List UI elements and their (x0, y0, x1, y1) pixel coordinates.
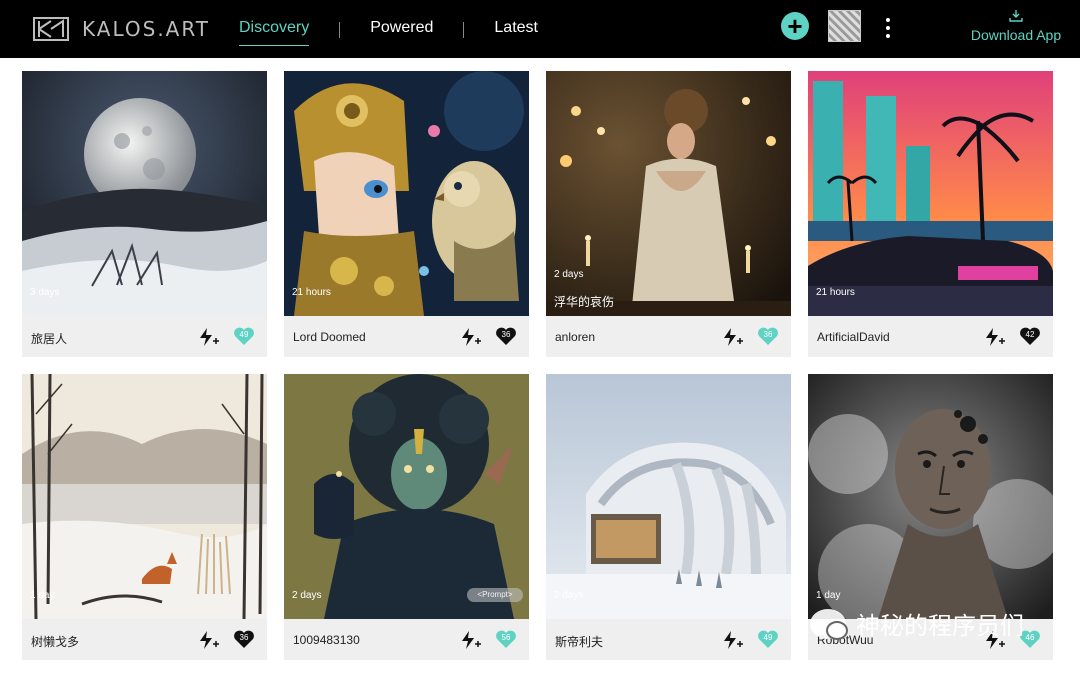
post-age: 21 hours (816, 287, 855, 298)
card-footer: ArtificialDavid 42 (808, 316, 1053, 357)
artwork-card[interactable]: 21 hours ArtificialDavid 42 (808, 71, 1053, 357)
download-app-label: Download App (970, 27, 1062, 43)
card-footer: 树懒戈多 36 (22, 619, 267, 660)
artwork-card[interactable]: 2 days 浮华的哀伤 anloren 36 (546, 71, 791, 357)
card-footer: 斯帝利夫 49 (546, 619, 791, 660)
boost-icon[interactable] (197, 630, 219, 650)
boost-icon[interactable] (983, 327, 1005, 347)
logo-mark-icon (33, 17, 69, 41)
tab-discovery[interactable]: Discovery (239, 18, 310, 46)
tab-powered[interactable]: Powered (370, 18, 433, 42)
like-count: 36 (763, 330, 773, 339)
post-age: 2 days (554, 590, 584, 601)
tab-latest[interactable]: Latest (494, 18, 538, 42)
card-footer: anloren 36 (546, 316, 791, 357)
like-button[interactable]: 56 (495, 629, 517, 649)
like-button[interactable]: 36 (495, 326, 517, 346)
boost-icon[interactable] (459, 630, 481, 650)
artwork-card[interactable]: 2 days 斯帝利夫 49 (546, 374, 791, 660)
nav-divider (339, 22, 341, 38)
like-button[interactable]: 49 (233, 326, 255, 346)
wechat-watermark: 神秘的程序员们 (810, 606, 1024, 641)
add-button[interactable]: + (781, 12, 809, 40)
post-age: 3 days (30, 287, 60, 298)
username[interactable]: 1009483130 (293, 633, 360, 647)
artwork-image[interactable] (284, 71, 529, 316)
like-button[interactable]: 36 (233, 629, 255, 649)
like-count: 36 (239, 633, 249, 642)
like-count: 36 (501, 330, 511, 339)
artwork-card[interactable]: 1 day 树懒戈多 36 (22, 374, 267, 660)
main-nav: Discovery Powered Latest (239, 18, 538, 46)
top-bar: KALOS.ART Discovery Powered Latest + Dow… (0, 0, 1080, 58)
download-icon (1009, 10, 1023, 22)
download-app-button[interactable]: Download App (968, 9, 1064, 43)
logo-text: KALOS.ART (82, 17, 211, 41)
card-footer: Lord Doomed 36 (284, 316, 529, 357)
boost-icon[interactable] (459, 327, 481, 347)
username[interactable]: 树懒戈多 (31, 633, 79, 650)
more-options-icon[interactable] (880, 18, 896, 38)
post-age: 21 hours (292, 287, 331, 298)
post-age: 2 days (554, 269, 584, 280)
artwork-image[interactable] (284, 374, 529, 619)
avatar[interactable] (828, 10, 861, 42)
like-count: 42 (1025, 330, 1035, 339)
like-count: 49 (763, 633, 773, 642)
watermark-text: 神秘的程序员们 (856, 613, 1024, 640)
like-count: 56 (501, 633, 511, 642)
artwork-image[interactable] (808, 374, 1053, 619)
card-footer: 旅居人 49 (22, 316, 267, 357)
artwork-card[interactable]: 3 days 旅居人 49 (22, 71, 267, 357)
like-button[interactable]: 49 (757, 629, 779, 649)
nav-divider (463, 22, 465, 38)
username[interactable]: ArtificialDavid (817, 330, 890, 344)
artwork-image[interactable] (808, 71, 1053, 316)
username[interactable]: Lord Doomed (293, 330, 366, 344)
wechat-icon (810, 608, 848, 640)
artwork-image[interactable] (546, 374, 791, 619)
artwork-caption: 浮华的哀伤 (554, 295, 615, 309)
boost-icon[interactable] (721, 630, 743, 650)
prompt-tag[interactable]: <Prompt> (467, 588, 523, 602)
artwork-card[interactable]: 2 days <Prompt> 1009483130 56 (284, 374, 529, 660)
like-button[interactable]: 36 (757, 326, 779, 346)
post-age: 2 days (292, 590, 322, 601)
post-age: 1 day (816, 590, 841, 601)
logo[interactable]: KALOS.ART (33, 16, 210, 42)
artwork-image[interactable] (22, 71, 267, 316)
like-button[interactable]: 42 (1019, 326, 1041, 346)
post-age: 1 day (30, 590, 55, 601)
boost-icon[interactable] (721, 327, 743, 347)
username[interactable]: anloren (555, 330, 595, 344)
artwork-card[interactable]: 21 hours Lord Doomed 36 (284, 71, 529, 357)
boost-icon[interactable] (197, 327, 219, 347)
like-count: 49 (239, 330, 249, 339)
username[interactable]: 旅居人 (31, 330, 67, 347)
username[interactable]: 斯帝利夫 (555, 633, 603, 650)
card-footer: 1009483130 56 (284, 619, 529, 660)
artwork-image[interactable] (22, 374, 267, 619)
